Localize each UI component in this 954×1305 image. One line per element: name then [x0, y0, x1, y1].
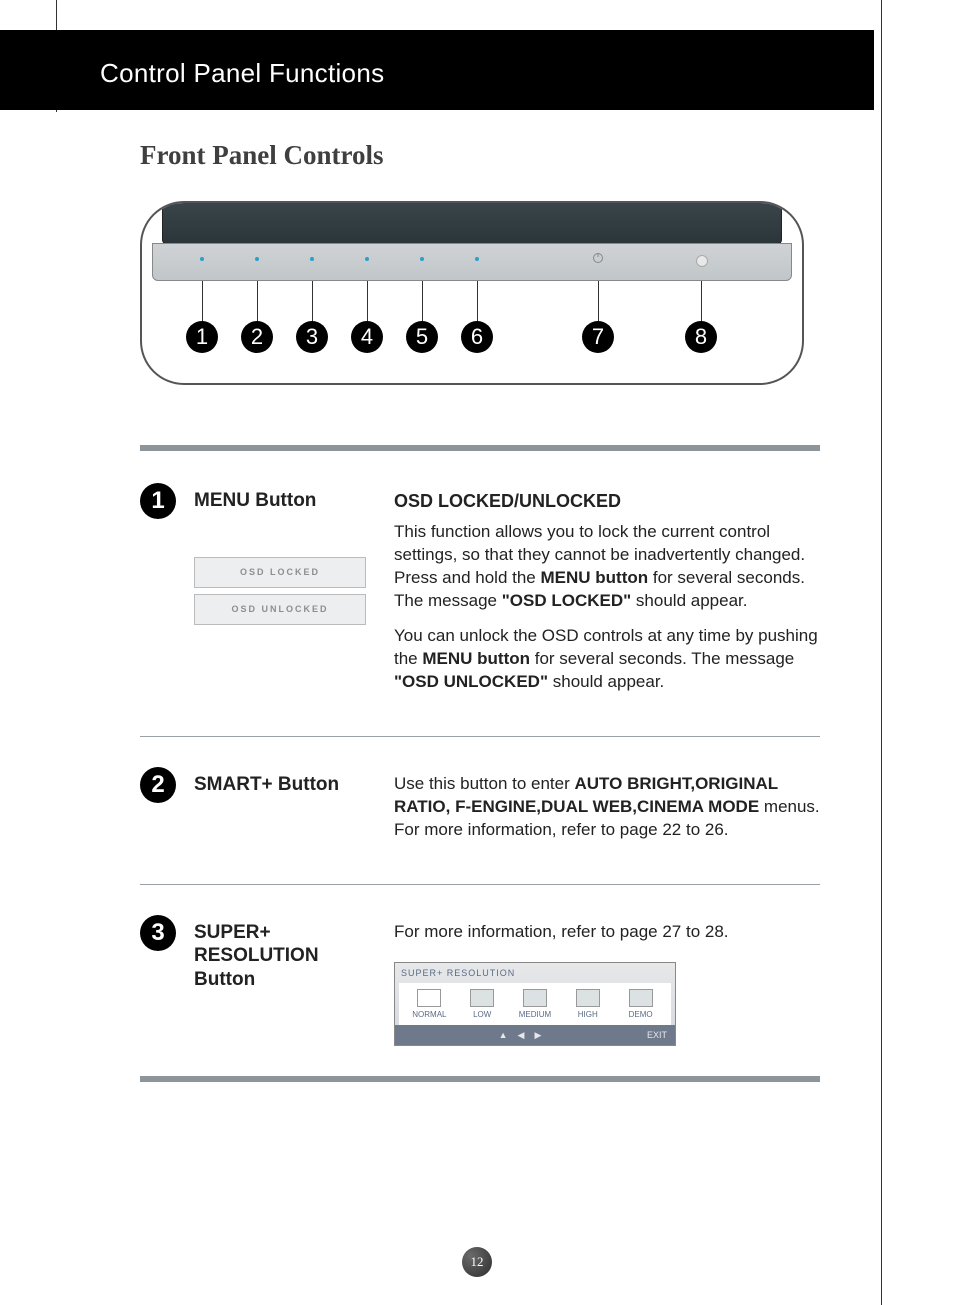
- panel-touch-led: [255, 257, 259, 261]
- item-sub-heading: OSD LOCKED/UNLOCKED: [394, 489, 820, 513]
- super-resolution-osd-panel: SUPER+ RESOLUTION NORMAL LOW MEDIUM HIGH…: [394, 962, 676, 1046]
- callout-number: 7: [582, 321, 614, 353]
- callout-number: 4: [351, 321, 383, 353]
- page-number-badge: 12: [462, 1247, 492, 1277]
- indicator-led: [696, 255, 708, 267]
- callout-line: [257, 281, 258, 325]
- item-number: 2: [140, 767, 176, 803]
- item-label: SMART+ Button: [194, 773, 394, 797]
- divider-thick: [140, 445, 820, 451]
- callout-line: [701, 281, 702, 325]
- right-arrow-icon: ▶: [534, 1029, 541, 1041]
- callout-number: 8: [685, 321, 717, 353]
- item-label: MENU Button: [194, 489, 394, 513]
- item-row-super-resolution: 3 SUPER+ RESOLUTION Button For more info…: [140, 915, 820, 1046]
- osd-unlocked-badge: OSD UNLOCKED: [194, 594, 366, 625]
- callout-line: [202, 281, 203, 325]
- sr-option-low: LOW: [456, 989, 509, 1021]
- divider-thin: [140, 736, 820, 737]
- callout-number: 5: [406, 321, 438, 353]
- section-title: Front Panel Controls: [140, 140, 820, 171]
- callout-number: 2: [241, 321, 273, 353]
- item-paragraph: For more information, refer to page 27 t…: [394, 921, 820, 944]
- panel-touch-led: [200, 257, 204, 261]
- header-title: Control Panel Functions: [0, 30, 874, 89]
- sr-panel-title: SUPER+ RESOLUTION: [395, 963, 675, 983]
- front-panel-diagram: 1 2 3 4 5 6 7 8: [140, 201, 804, 385]
- item-paragraph: Use this button to enter AUTO BRIGHT,ORI…: [394, 773, 820, 842]
- item-row-smart: 2 SMART+ Button Use this button to enter…: [140, 767, 820, 854]
- panel-touch-led: [365, 257, 369, 261]
- callout-line: [367, 281, 368, 325]
- item-paragraph: You can unlock the OSD controls at any t…: [394, 625, 820, 694]
- divider-thick: [140, 1076, 820, 1082]
- callout-line: [312, 281, 313, 325]
- sr-option-medium: MEDIUM: [509, 989, 562, 1021]
- sr-exit-label: EXIT: [647, 1029, 667, 1041]
- callout-line: [598, 281, 599, 325]
- item-row-menu: 1 MENU Button OSD LOCKED OSD UNLOCKED OS…: [140, 483, 820, 706]
- item-number: 3: [140, 915, 176, 951]
- item-label-line: RESOLUTION: [194, 944, 394, 968]
- sr-option-normal: NORMAL: [403, 989, 456, 1021]
- sr-option-high: HIGH: [561, 989, 614, 1021]
- item-label-line: Button: [194, 968, 394, 992]
- item-number: 1: [140, 483, 176, 519]
- callout-number: 1: [186, 321, 218, 353]
- left-arrow-icon: ◀: [518, 1029, 525, 1041]
- panel-touch-led: [310, 257, 314, 261]
- divider-thin: [140, 884, 820, 885]
- callout-number: 3: [296, 321, 328, 353]
- osd-locked-badge: OSD LOCKED: [194, 557, 366, 588]
- callout-line: [477, 281, 478, 325]
- callout-number: 6: [461, 321, 493, 353]
- power-icon: [592, 252, 604, 267]
- up-arrow-icon: ▲: [499, 1029, 508, 1041]
- header-band: Control Panel Functions: [0, 30, 874, 110]
- panel-touch-led: [475, 257, 479, 261]
- item-label-line: SUPER+: [194, 921, 394, 945]
- right-crop-mark: [881, 0, 882, 1305]
- panel-touch-led: [420, 257, 424, 261]
- sr-option-demo: DEMO: [614, 989, 667, 1021]
- callout-line: [422, 281, 423, 325]
- monitor-screen: [162, 203, 782, 244]
- item-paragraph: This function allows you to lock the cur…: [394, 521, 820, 613]
